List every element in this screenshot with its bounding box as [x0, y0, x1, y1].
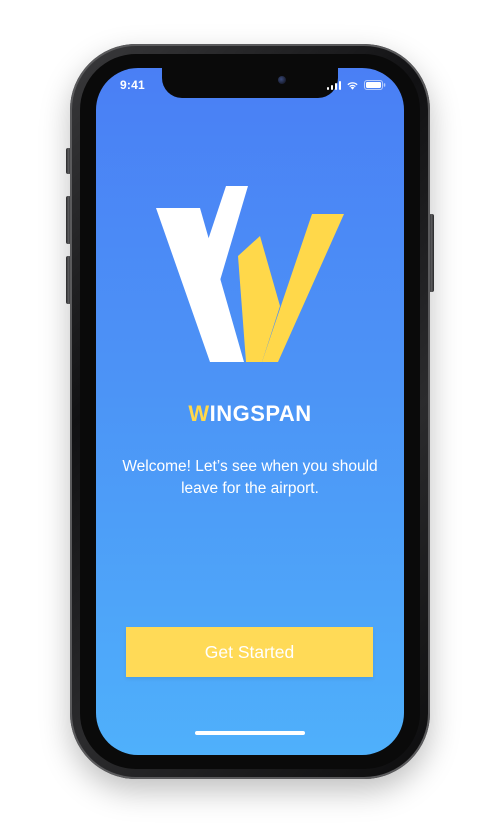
app-screen: 9:41 WINGSPAN Welcome! Let’s see when yo… — [96, 68, 404, 755]
wifi-icon — [346, 80, 359, 90]
home-indicator[interactable] — [195, 731, 305, 735]
notch — [162, 68, 338, 98]
status-time: 9:41 — [120, 78, 145, 92]
phone-mockup: 9:41 WINGSPAN Welcome! Let’s see when yo… — [0, 0, 500, 824]
get-started-button[interactable]: Get Started — [126, 627, 373, 677]
cellular-signal-icon — [326, 80, 341, 90]
status-icons — [326, 80, 387, 90]
camera-icon — [278, 76, 286, 84]
battery-icon — [364, 80, 386, 90]
welcome-message: Welcome! Let’s see when you should leave… — [122, 458, 378, 497]
brand-first-letter: W — [188, 401, 210, 426]
brand-wordmark: WINGSPAN — [96, 401, 404, 427]
wingspan-w-logo-icon — [152, 186, 344, 366]
brand-name-rest: INGSPAN — [209, 401, 312, 426]
